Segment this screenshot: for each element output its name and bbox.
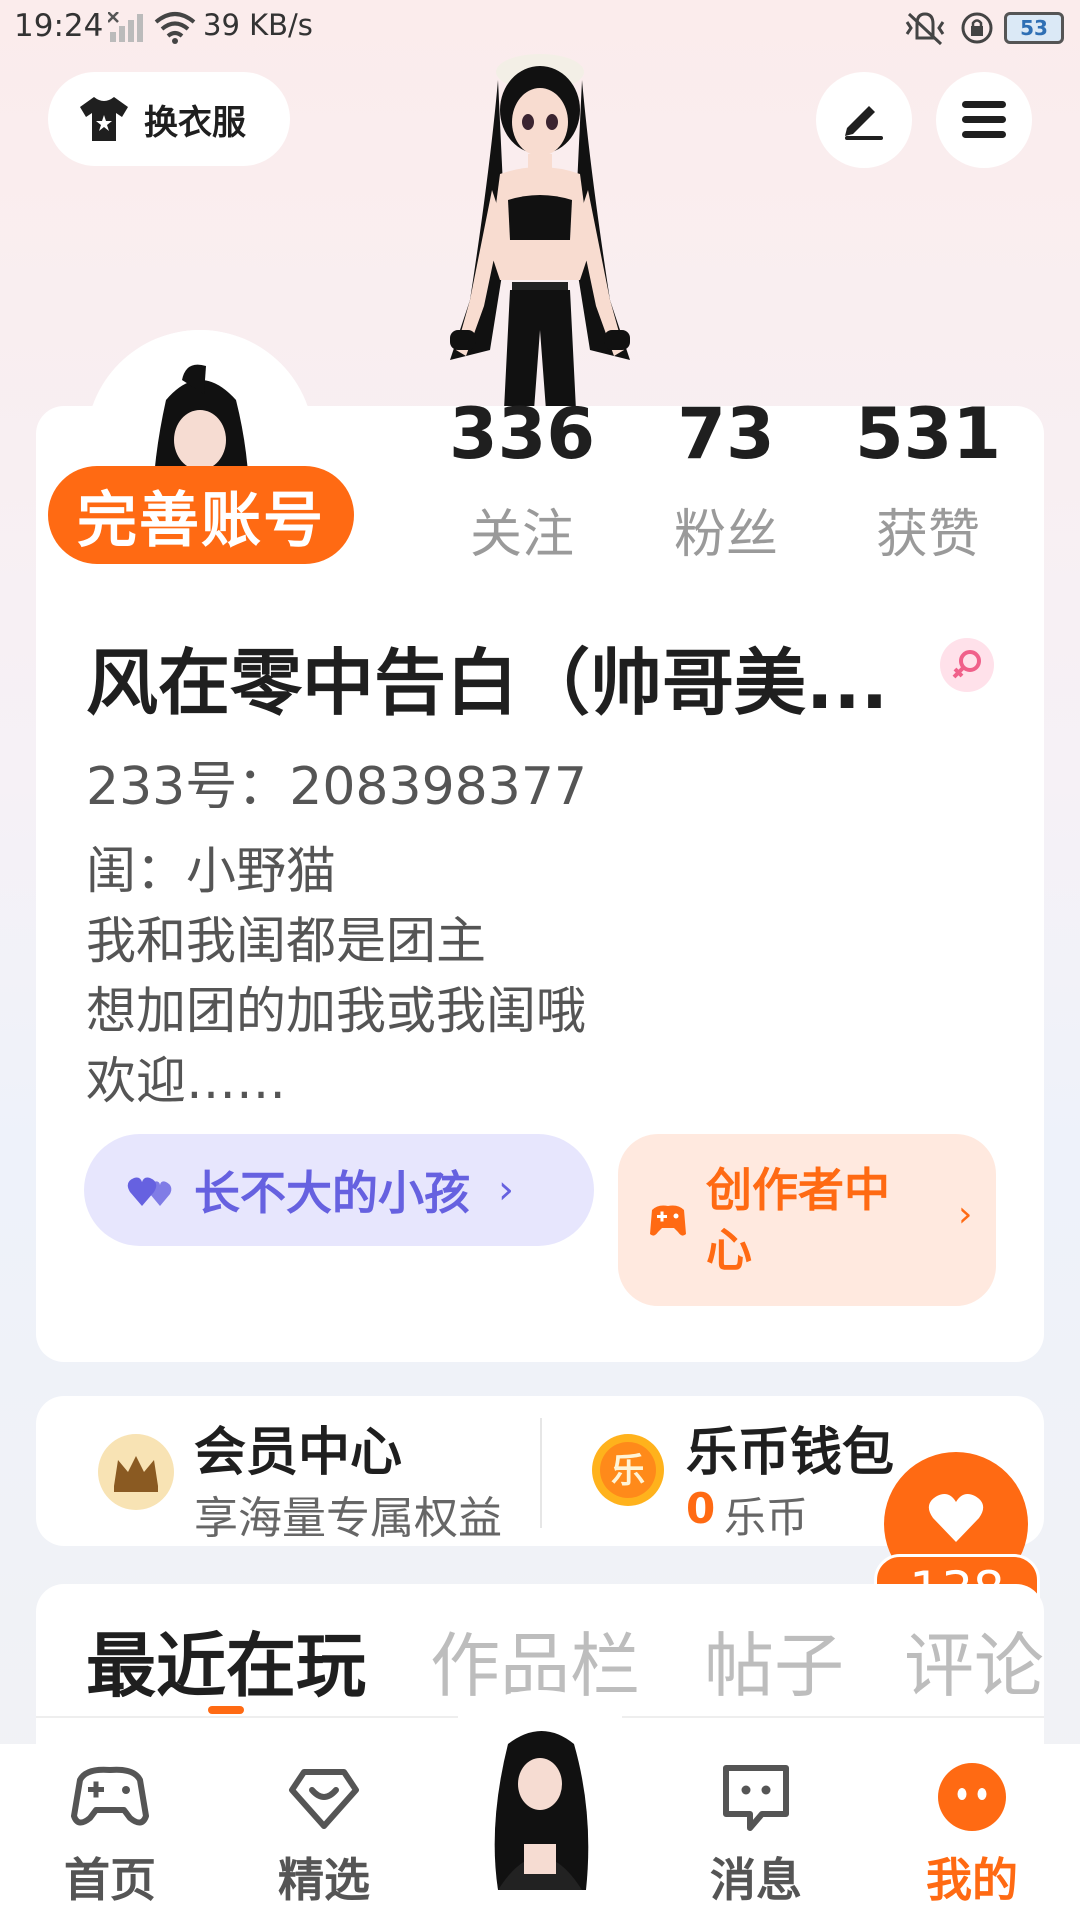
likes-received-count: 531 <box>854 393 1002 475</box>
wallet-amount: 0 <box>686 1484 716 1533</box>
nav-item-messages[interactable]: 消息 <box>686 1760 826 1910</box>
chevron-right-icon: › <box>498 1167 514 1213</box>
membership-center-subtitle: 享海量专属权益 <box>194 1493 502 1544</box>
followers-count: 73 <box>677 393 775 475</box>
nav-label-me: 我的 <box>926 1853 1018 1907</box>
pen-icon <box>845 106 883 140</box>
nav-item-home[interactable]: 首页 <box>40 1760 180 1910</box>
nav-item-me[interactable]: 我的 <box>902 1760 1042 1910</box>
nav-center-avatar[interactable] <box>458 1714 622 1890</box>
user-id: 233号：208398377 <box>86 757 588 817</box>
tab-comments[interactable]: 评论 <box>904 1610 1044 1711</box>
guild-chip[interactable]: 长不大的小孩 › <box>84 1134 594 1246</box>
following-label: 关注 <box>469 505 574 565</box>
hamburger-icon <box>962 101 1006 138</box>
bio-line: 想加团的加我或我闺哦 <box>86 982 586 1040</box>
divider <box>540 1418 542 1528</box>
tab-posts[interactable]: 帖子 <box>704 1610 844 1711</box>
gamepad-icon <box>71 1766 149 1826</box>
change-outfit-label: 换衣服 <box>144 102 246 143</box>
bio-line: 欢迎…… <box>86 1052 286 1110</box>
female-symbol-icon <box>952 650 981 679</box>
rotation-lock-icon <box>961 12 993 44</box>
user-name: 风在零中告白（帅哥美... <box>86 641 889 725</box>
bio-line: 闺：小野猫 <box>86 842 336 900</box>
battery-icon: 53 <box>1004 12 1064 44</box>
nav-label-home: 首页 <box>64 1853 156 1907</box>
likes-received-label: 获赞 <box>875 505 980 565</box>
change-outfit-button[interactable]: 换衣服 <box>48 72 290 166</box>
wallet-title[interactable]: 乐币钱包 <box>686 1410 894 1485</box>
coin-icon[interactable]: 乐 <box>590 1432 666 1508</box>
wallet-unit: 乐币 <box>724 1493 809 1542</box>
nav-label-messages: 消息 <box>710 1853 802 1907</box>
game-controller-icon <box>650 1205 686 1236</box>
edit-profile-button[interactable] <box>816 72 912 168</box>
vibrate-icon <box>905 12 945 46</box>
followers-stat[interactable]: 73 粉丝 <box>636 394 816 567</box>
creator-center-label: 创作者中心 <box>706 1163 890 1277</box>
nav-item-featured[interactable]: 精选 <box>254 1760 394 1910</box>
wifi-icon <box>154 12 196 44</box>
membership-center-title[interactable]: 会员中心 <box>194 1410 402 1485</box>
bio-line: 我和我闺都是团主 <box>86 912 486 970</box>
chevron-right-icon: › <box>958 1194 973 1235</box>
tab-recently-played[interactable]: 最近在玩 <box>86 1610 366 1711</box>
tshirt-icon <box>80 97 128 141</box>
signal-icon <box>108 12 143 42</box>
heart-icon <box>928 1494 984 1542</box>
network-speed: 39 KB/s <box>203 8 313 42</box>
crown-icon[interactable] <box>96 1432 176 1512</box>
nav-label-featured: 精选 <box>278 1853 370 1907</box>
avatar-character-illustration[interactable] <box>430 50 650 410</box>
active-tab-indicator <box>208 1706 244 1714</box>
gender-badge <box>940 638 994 692</box>
heart-gem-icon <box>289 1769 359 1829</box>
complete-account-button[interactable]: 完善账号 <box>48 466 354 564</box>
chat-icon <box>723 1765 789 1831</box>
menu-button[interactable] <box>936 72 1032 168</box>
coin-glyph: 乐 <box>611 1451 645 1491</box>
following-stat[interactable]: 336 关注 <box>432 394 612 567</box>
double-heart-icon <box>127 1177 172 1206</box>
status-time: 19:24 <box>14 8 104 44</box>
status-bar: 19:24 39 KB/s 53 <box>0 0 1080 56</box>
bio: 闺：小野猫 我和我闺都是团主 想加团的加我或我闺哦 欢迎…… <box>86 836 586 1116</box>
likes-received-stat[interactable]: 531 获赞 <box>838 394 1018 567</box>
following-count: 336 <box>448 393 596 475</box>
guild-label: 长不大的小孩 <box>194 1166 470 1220</box>
creator-center-button[interactable]: 创作者中心 › <box>618 1134 996 1306</box>
followers-label: 粉丝 <box>673 505 778 565</box>
profile-face-icon <box>938 1763 1006 1831</box>
